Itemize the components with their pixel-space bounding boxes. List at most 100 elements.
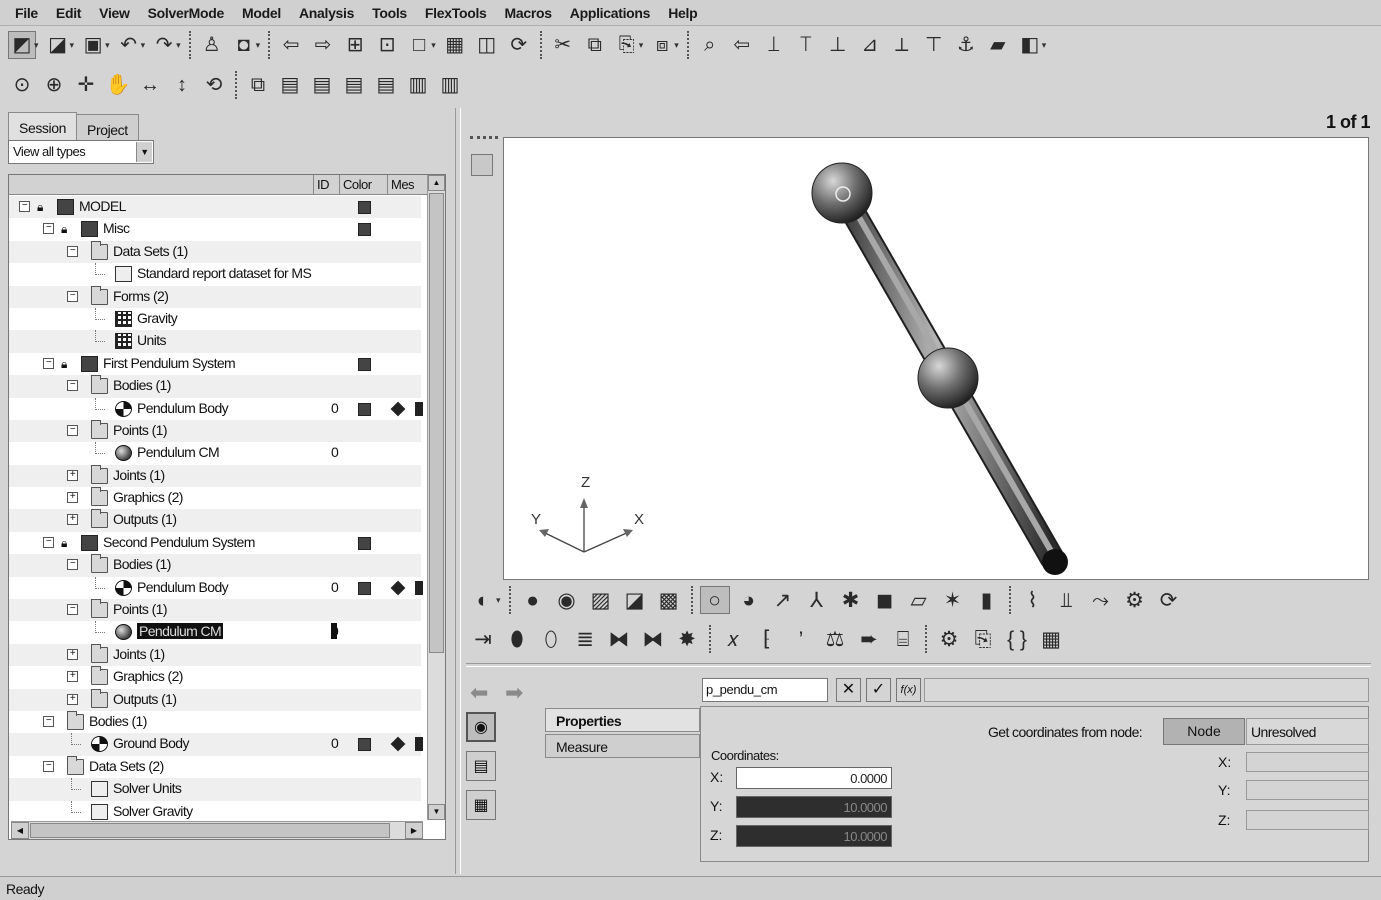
point-entity-icon[interactable]: ○ <box>699 586 730 614</box>
menu-model[interactable]: Model <box>233 5 290 21</box>
view-z-icon[interactable]: ⊥ <box>824 31 852 59</box>
color-swatch[interactable] <box>358 402 371 416</box>
window-icon[interactable]: □ <box>405 31 433 59</box>
tree-vertical-scrollbar[interactable]: ▲ ▼ <box>427 175 445 820</box>
template-icon[interactable]: ⎘ <box>968 625 998 653</box>
tree-label[interactable]: Points (1) <box>113 601 168 617</box>
dropdown-arrow-icon[interactable]: ▾ <box>496 595 501 606</box>
tree-row[interactable]: − Points (1) <box>9 419 421 443</box>
tree-row[interactable]: + Graphics (2) <box>9 666 421 688</box>
tree-label[interactable]: Bodies (1) <box>113 377 171 393</box>
tree-row[interactable]: Standard report dataset for MS <box>9 263 421 285</box>
mesh-icon[interactable] <box>390 580 406 596</box>
dropdown-arrow-icon[interactable]: ▾ <box>70 40 75 51</box>
tree-row[interactable]: − Data Sets (1) <box>9 240 421 264</box>
tree-row[interactable]: − Bodies (1) <box>9 554 421 577</box>
duplicate-icon[interactable]: ⧈ <box>648 31 676 59</box>
model-browse-icon[interactable]: ◩ <box>8 31 36 59</box>
undo-icon[interactable]: ↶ <box>115 31 143 59</box>
collapse-icon[interactable]: − <box>43 760 54 772</box>
tree-row[interactable]: − 🔒︎ MODEL <box>9 196 421 219</box>
copy-icon[interactable]: ⧉ <box>581 31 609 59</box>
collapse-icon[interactable]: − <box>67 290 78 302</box>
shaded-icon[interactable]: ● <box>518 586 548 614</box>
cylinder-icon[interactable]: ⬮ <box>502 625 532 653</box>
collapse-icon[interactable]: − <box>67 604 78 616</box>
camera-icon[interactable]: ◘ <box>230 31 258 59</box>
tree-row[interactable]: − Forms (2) <box>9 285 421 308</box>
book-icon[interactable]: ▰ <box>984 31 1012 59</box>
collapse-icon[interactable]: − <box>67 380 78 392</box>
save-icon[interactable]: ▣ <box>79 31 107 59</box>
menu-tools[interactable]: Tools <box>363 5 416 21</box>
box-icon[interactable]: ◼ <box>870 586 900 614</box>
tab-measure[interactable]: Measure <box>545 734 700 758</box>
mesh-icon[interactable] <box>415 401 423 416</box>
output-icon[interactable]: ➨ <box>854 625 884 653</box>
tree-label[interactable]: Pendulum Body <box>137 579 229 595</box>
tree-row[interactable]: Units <box>9 330 421 353</box>
tree-label[interactable]: Points (1) <box>113 422 168 438</box>
menu-help[interactable]: Help <box>659 5 706 21</box>
mesh-icon[interactable] <box>390 736 406 752</box>
menu-applications[interactable]: Applications <box>561 5 659 21</box>
tree-row[interactable]: Gravity <box>9 307 421 330</box>
gear-icon[interactable]: ⚙ <box>1120 586 1150 614</box>
scroll-left-icon[interactable]: ◀ <box>11 822 29 839</box>
scroll-thumb[interactable] <box>429 193 444 653</box>
back-arrow-icon[interactable]: ⇦ <box>277 31 305 59</box>
mesh-icon[interactable] <box>415 737 423 752</box>
collapse-icon[interactable]: − <box>67 424 78 436</box>
tree-label[interactable]: Solver Gravity <box>113 803 193 819</box>
grid-tool-icon[interactable]: ▦ <box>466 790 496 820</box>
collapse-icon[interactable]: − <box>67 245 78 257</box>
contact-icon[interactable]: ✸ <box>672 625 702 653</box>
anchor-icon[interactable]: ⚓ <box>952 31 980 59</box>
tree-row[interactable]: Solver Gravity <box>9 800 421 823</box>
collapse-icon[interactable]: − <box>43 715 54 727</box>
vector-icon[interactable]: ↗ <box>768 586 798 614</box>
motion-icon[interactable]: ⤳ <box>1086 586 1116 614</box>
dropdown-arrow-icon[interactable]: ▾ <box>176 40 181 51</box>
bushing2-icon[interactable]: ⧓ <box>638 625 668 653</box>
surface-icon[interactable]: ▮ <box>972 586 1002 614</box>
cs-icon[interactable]: ▩ <box>654 586 684 614</box>
view-back-icon[interactable]: ⟂ <box>888 31 916 59</box>
tree-row[interactable]: Ground Body 0 <box>9 733 423 756</box>
chart-icon[interactable]: ◪ <box>620 586 650 614</box>
paste-icon[interactable]: ⎘ <box>613 31 641 59</box>
menu-analysis[interactable]: Analysis <box>290 5 363 21</box>
mesh-icon[interactable] <box>390 401 406 416</box>
table-icon[interactable]: ▦ <box>1036 625 1066 653</box>
joint-icon[interactable]: ✱ <box>836 586 866 614</box>
tree-row[interactable]: Pendulum Body 0 <box>9 576 423 599</box>
display-mode-icon[interactable]: ◐ <box>468 586 498 614</box>
recall-view-1-icon[interactable]: ▥ <box>404 71 432 99</box>
dropdown-arrow-icon[interactable]: ▾ <box>1042 40 1047 51</box>
braces-icon[interactable]: { } <box>1002 625 1032 653</box>
chevron-down-icon[interactable]: ▼ <box>136 142 152 162</box>
collapse-icon[interactable]: − <box>43 223 54 235</box>
tree-label[interactable]: Graphics (2) <box>113 489 183 505</box>
view-y-icon[interactable]: ⟙ <box>792 31 820 59</box>
panel-splitter[interactable] <box>455 108 461 874</box>
tree-row[interactable]: + Outputs (1) <box>9 509 421 532</box>
expression-builder-button[interactable]: f(x) <box>896 678 921 702</box>
tree-label[interactable]: Data Sets (2) <box>89 758 164 774</box>
dropdown-arrow-icon[interactable]: ▾ <box>431 40 436 51</box>
spring-icon[interactable]: ⌇ <box>1018 586 1048 614</box>
coord-z-field[interactable]: 10.0000 <box>736 825 892 847</box>
tree-label[interactable]: Ground Body <box>113 735 190 751</box>
export-icon[interactable]: ◧ <box>1016 31 1044 59</box>
tree-label[interactable]: Joints (1) <box>113 646 165 662</box>
collapse-icon[interactable]: − <box>43 357 54 369</box>
recall-view-2-icon[interactable]: ▥ <box>436 71 464 99</box>
type-filter-select[interactable]: View all types ▼ <box>8 140 154 164</box>
view-top-icon[interactable]: ⊤ <box>920 31 948 59</box>
expand-icon[interactable]: + <box>67 492 78 504</box>
node-button[interactable]: Node <box>1163 718 1245 745</box>
cycle-icon[interactable]: ⟳ <box>1154 586 1184 614</box>
tree-row[interactable]: − 🔒︎ Second Pendulum System <box>9 532 421 554</box>
beam-icon[interactable]: ⫫ <box>1052 586 1082 614</box>
tree-row[interactable]: Pendulum CM 0 <box>9 442 421 464</box>
